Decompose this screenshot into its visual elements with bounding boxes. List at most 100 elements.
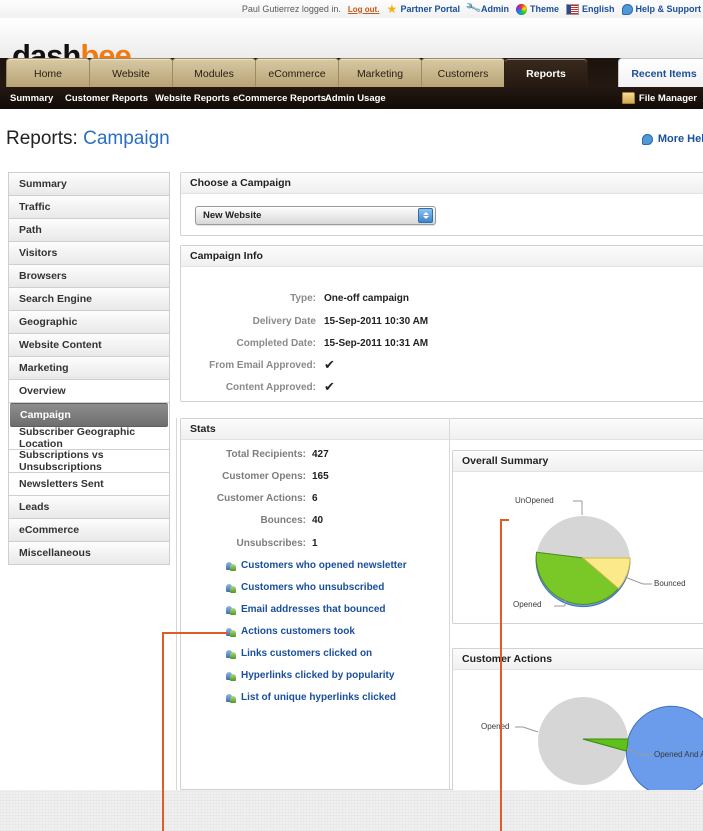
sidebar-item-geographic[interactable]: Geographic bbox=[9, 311, 169, 334]
tab-home[interactable]: Home bbox=[6, 58, 90, 88]
sidebar-item-traffic[interactable]: Traffic bbox=[9, 196, 169, 219]
more-help-label: More Help bbox=[657, 133, 703, 145]
link-actions-customers-took[interactable]: Actions customers took bbox=[226, 625, 355, 638]
language-link[interactable]: English bbox=[565, 3, 615, 15]
sidebar-item-overview[interactable]: Overview bbox=[9, 380, 169, 403]
theme-link[interactable]: Theme bbox=[515, 3, 559, 15]
sidebar-item-newsletters-sent[interactable]: Newsletters Sent bbox=[9, 473, 169, 496]
stat-label-bounces: Bounces: bbox=[260, 515, 306, 526]
link-customers-who-opened-newsletter[interactable]: Customers who opened newsletter bbox=[226, 559, 407, 572]
sidebar-item-subscriptions-vs-unsubscriptions[interactable]: Subscriptions vs Unsubscriptions bbox=[9, 449, 169, 473]
link-customers-who-unsubscribed[interactable]: Customers who unsubscribed bbox=[226, 581, 384, 594]
overall-summary-title: Overall Summary bbox=[453, 451, 703, 472]
sidebar-item-marketing[interactable]: Marketing bbox=[9, 357, 169, 380]
campaign-info-title: Campaign Info bbox=[181, 246, 703, 267]
sidebar-item-path[interactable]: Path bbox=[9, 219, 169, 242]
sidebar-item-browsers[interactable]: Browsers bbox=[9, 265, 169, 288]
help-support-link[interactable]: Help & Support bbox=[621, 3, 701, 15]
page-title-prefix: Reports: bbox=[6, 128, 78, 149]
logo-band: dashbee bbox=[0, 18, 703, 73]
stat-value-total-recipients: 427 bbox=[312, 449, 329, 460]
link-label: Email addresses that bounced bbox=[241, 604, 386, 615]
tab-marketing[interactable]: Marketing bbox=[338, 58, 422, 88]
stat-row-unsubscribes: Unsubscribes: 1 bbox=[181, 538, 441, 551]
tab-website[interactable]: Website bbox=[89, 58, 173, 88]
users-icon bbox=[226, 561, 237, 571]
file-manager-link[interactable]: File Manager bbox=[621, 87, 697, 109]
info-row-completed-date: Completed Date: 15-Sep-2011 10:31 AM bbox=[181, 336, 501, 350]
stat-label-customer-actions: Customer Actions: bbox=[216, 493, 306, 504]
sidebar-item-visitors[interactable]: Visitors bbox=[9, 242, 169, 265]
tab-customers[interactable]: Customers bbox=[421, 58, 505, 88]
info-label-type: Type: bbox=[290, 292, 316, 304]
more-help-link[interactable]: More Help bbox=[641, 133, 703, 145]
admin-link[interactable]: 🔧 Admin bbox=[465, 0, 509, 17]
info-row-type: Type: One-off campaign bbox=[181, 291, 501, 305]
wrench-icon: 🔧 bbox=[465, 0, 483, 17]
link-hyperlinks-clicked-by-popularity[interactable]: Hyperlinks clicked by popularity bbox=[226, 669, 394, 682]
sidebar-item-summary[interactable]: Summary bbox=[9, 173, 169, 196]
sidebar-item-subscriber-geographic-location[interactable]: Subscriber Geographic Location bbox=[9, 426, 169, 450]
sidebar-item-ecommerce[interactable]: eCommerce bbox=[9, 519, 169, 542]
users-icon bbox=[226, 605, 237, 615]
tab-ecommerce[interactable]: eCommerce bbox=[255, 58, 339, 88]
tab-reports[interactable]: Reports bbox=[504, 58, 588, 88]
stat-row-customer-actions: Customer Actions: 6 bbox=[181, 493, 441, 506]
link-label: Customers who opened newsletter bbox=[241, 560, 407, 571]
partner-portal-link[interactable]: ★ Partner Portal bbox=[386, 1, 460, 16]
help-bubble-icon bbox=[641, 133, 653, 145]
choose-campaign-panel: Choose a Campaign New Website bbox=[180, 172, 703, 236]
overall-summary-panel: Overall Summary UnOpened Opened Bounced bbox=[452, 450, 703, 624]
logout-link[interactable]: Log out. bbox=[348, 5, 380, 14]
users-icon bbox=[226, 583, 237, 593]
subnav-ecommerce-reports[interactable]: eCommerce Reports bbox=[233, 87, 326, 109]
pie-label-opened: Opened bbox=[513, 600, 542, 609]
admin-label: Admin bbox=[480, 4, 509, 14]
logged-in-user: Paul Gutierrez logged in. bbox=[241, 4, 341, 14]
annotation-line-left-footer bbox=[162, 790, 164, 831]
subnav-customer-reports[interactable]: Customer Reports bbox=[65, 87, 148, 109]
link-label: Actions customers took bbox=[241, 626, 355, 637]
app-page: Paul Gutierrez logged in. Log out. ★ Par… bbox=[0, 0, 703, 831]
color-wheel-icon bbox=[515, 3, 527, 15]
stats-title: Stats bbox=[181, 419, 703, 440]
content-divider bbox=[176, 418, 177, 791]
link-list-of-unique-hyperlinks-clicked[interactable]: List of unique hyperlinks clicked bbox=[226, 691, 396, 704]
info-value-type: One-off campaign bbox=[324, 292, 410, 304]
sidebar-item-miscellaneous[interactable]: Miscellaneous bbox=[9, 542, 169, 565]
stat-label-unsubscribes: Unsubscribes: bbox=[236, 538, 306, 549]
tab-recent-items[interactable]: Recent Items bbox=[618, 58, 703, 88]
info-label-content-approved: Content Approved: bbox=[225, 381, 316, 393]
link-label: Customers who unsubscribed bbox=[241, 582, 385, 593]
sidebar-item-campaign[interactable]: Campaign bbox=[10, 403, 168, 427]
file-manager-label: File Manager bbox=[638, 92, 697, 104]
stat-label-total-recipients: Total Recipients: bbox=[226, 449, 306, 460]
link-links-customers-clicked-on[interactable]: Links customers clicked on bbox=[226, 647, 372, 660]
customer-actions-pie-chart bbox=[515, 697, 703, 797]
stat-value-unsubscribes: 1 bbox=[312, 538, 318, 549]
checkmark-icon: ✔ bbox=[324, 357, 335, 372]
users-icon bbox=[226, 671, 237, 681]
info-label-from-email-approved: From Email Approved: bbox=[209, 359, 316, 371]
annotation-line-right-vertical bbox=[500, 519, 502, 831]
link-email-addresses-that-bounced[interactable]: Email addresses that bounced bbox=[226, 603, 386, 616]
subnav-summary[interactable]: Summary bbox=[10, 87, 53, 109]
tab-modules[interactable]: Modules bbox=[172, 58, 256, 88]
sidebar-item-website-content[interactable]: Website Content bbox=[9, 334, 169, 357]
sidebar-item-search-engine[interactable]: Search Engine bbox=[9, 288, 169, 311]
info-value-completed-date: 15-Sep-2011 10:31 AM bbox=[324, 337, 429, 349]
report-sidebar: Summary Traffic Path Visitors Browsers S… bbox=[8, 172, 170, 565]
subnav-admin-usage[interactable]: Admin Usage bbox=[325, 87, 386, 109]
main-tab-bar: Home Website Modules eCommerce Marketing… bbox=[0, 58, 703, 88]
page-title: Reports: Campaign bbox=[6, 128, 170, 150]
link-label: Hyperlinks clicked by popularity bbox=[241, 670, 395, 681]
sidebar-item-leads[interactable]: Leads bbox=[9, 496, 169, 519]
star-icon: ★ bbox=[386, 1, 398, 16]
help-bubble-icon bbox=[621, 3, 633, 15]
subnav-website-reports[interactable]: Website Reports bbox=[155, 87, 230, 109]
stat-label-customer-opens: Customer Opens: bbox=[222, 471, 306, 482]
info-label-delivery-date: Delivery Date bbox=[252, 315, 316, 327]
stat-value-bounces: 40 bbox=[312, 515, 324, 526]
campaign-select[interactable]: New Website bbox=[195, 206, 436, 225]
chevron-updown-icon[interactable] bbox=[418, 208, 433, 223]
